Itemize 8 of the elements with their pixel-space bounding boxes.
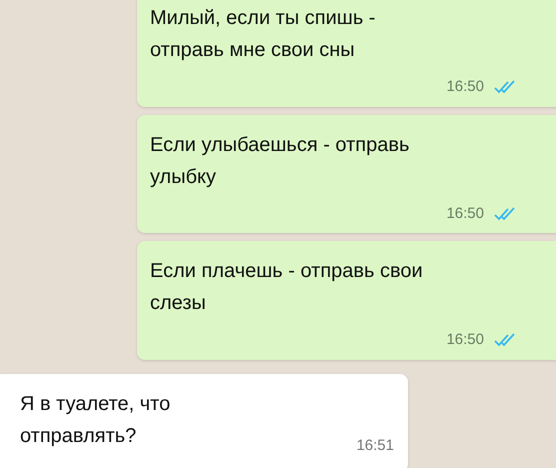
message-time: 16:50 (446, 204, 484, 224)
message-text: Если плачешь - отправь свои слезы (150, 259, 424, 316)
message-text: Если улыбаешься - отправь улыбку (150, 132, 410, 190)
message-text: Я в туалете, что отправлять? (20, 392, 172, 448)
message-time: 16:50 (446, 330, 484, 350)
message-text: Милый, если ты спишь - отправь мне свои сны (150, 6, 376, 63)
message-time: 16:51 (356, 436, 394, 456)
message-time: 16:50 (446, 77, 484, 97)
